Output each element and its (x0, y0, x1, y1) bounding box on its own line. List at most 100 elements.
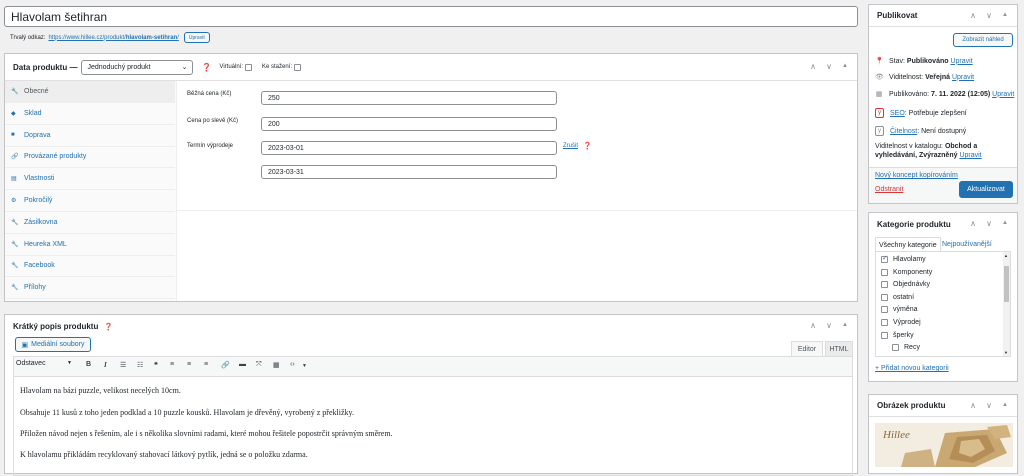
tab-přílohy[interactable]: 🔧 Přílohy (5, 277, 175, 300)
chevron-up-icon[interactable]: ∧ (809, 62, 817, 71)
bullet-list-icon[interactable]: ☰ (120, 361, 126, 369)
category-checkbox[interactable] (881, 306, 888, 314)
category-checkbox[interactable] (892, 344, 899, 352)
align-center-icon[interactable]: ≡ (187, 361, 191, 368)
visibility-edit-link[interactable]: Upravit (952, 74, 974, 81)
category-item[interactable]: Objednávky (881, 281, 930, 289)
category-checkbox[interactable] (881, 254, 888, 263)
seo-link[interactable]: SEO (890, 110, 905, 117)
align-left-icon[interactable]: ≡ (170, 361, 174, 368)
chevron-down-icon[interactable]: ∨ (985, 11, 993, 20)
editor-tab-html[interactable]: HTML (825, 341, 853, 356)
collapse-triangle-icon[interactable]: ▲ (1001, 219, 1009, 228)
tab-obecné[interactable]: 🔧 Obecné (5, 81, 175, 103)
editor-paragraph[interactable]: Hlavolam na bázi puzzle, velikost necelý… (20, 386, 181, 395)
format-select[interactable]: Odstavec ▼ (16, 360, 72, 367)
add-category-link[interactable]: + Přidat novou kategorii (875, 365, 949, 372)
sale-from-input[interactable] (261, 141, 557, 155)
permalink-edit-button[interactable]: Upravit (183, 32, 210, 43)
collapse-triangle-icon[interactable]: ▲ (1001, 11, 1009, 20)
help-icon[interactable]: ❓ (201, 63, 211, 72)
preview-button[interactable]: Zobrazit náhled (953, 33, 1013, 47)
help-icon[interactable]: ❓ (583, 142, 592, 150)
cancel-sale-link[interactable]: Zrušit (563, 143, 578, 149)
category-item[interactable]: Výprodej (881, 319, 921, 326)
category-checkbox[interactable] (881, 293, 888, 301)
link-icon[interactable]: 🔗 (221, 361, 230, 369)
tab-label: Vlastnosti (24, 175, 55, 183)
category-item[interactable]: výměna (881, 306, 918, 314)
help-icon[interactable]: ❓ (104, 323, 113, 331)
tab-popular-categories[interactable]: Nejpoužívanější (942, 241, 992, 248)
catalog-edit-link[interactable]: Upravit (959, 152, 981, 159)
sale-to-input[interactable] (261, 165, 557, 179)
category-item[interactable]: Recy (892, 344, 920, 352)
chevron-up-icon[interactable]: ∧ (969, 401, 977, 410)
category-item[interactable]: ostatní (881, 293, 914, 301)
product-image-thumbnail[interactable]: Hillee (875, 423, 1013, 467)
category-list[interactable]: ▲ ▼ Hlavolamy Komponenty Objednávky ostatní… (875, 251, 1011, 357)
scroll-up-icon[interactable]: ▲ (1004, 253, 1008, 258)
category-scrollbar[interactable]: ▲ ▼ (1003, 252, 1010, 356)
toolbar-toggle-icon[interactable]: ▦ (273, 361, 280, 369)
catalog-label: Viditelnost v katalogu: (875, 143, 943, 150)
tab-doprava[interactable]: ■ Doprava (5, 125, 175, 147)
tab-all-categories[interactable]: Všechny kategorie (875, 237, 941, 252)
tab-facebook[interactable]: 🔧 Facebook (5, 255, 175, 278)
chevron-up-icon[interactable]: ∧ (809, 321, 817, 330)
editor-paragraph[interactable]: Obsahuje 11 kusů z toho jeden podklad a … (20, 408, 354, 417)
read-more-icon[interactable]: ▬ (239, 361, 246, 368)
category-checkbox[interactable] (881, 281, 888, 289)
chevron-down-icon[interactable]: ∨ (985, 401, 993, 410)
readability-link[interactable]: Čitelnost (890, 128, 917, 135)
fullscreen-icon[interactable]: ⤧ (256, 361, 262, 369)
product-title-input[interactable] (4, 6, 858, 27)
bold-icon[interactable]: B (86, 361, 91, 368)
add-media-button[interactable]: ▣ Mediální soubory (15, 337, 91, 352)
category-item[interactable]: šperky (881, 331, 914, 339)
product-data-controls: ∧ ∨ ▲ (809, 62, 849, 71)
collapse-triangle-icon[interactable]: ▲ (1001, 401, 1009, 410)
category-checkbox[interactable] (881, 268, 888, 276)
editor-tab-visual[interactable]: Editor (791, 341, 823, 356)
permalink-link[interactable]: https://www.hillee.cz/produkt/hlavolam-s… (48, 35, 178, 41)
caret-down-icon[interactable]: ▼ (302, 363, 307, 369)
category-checkbox[interactable] (881, 319, 888, 326)
tab-provázané-produkty[interactable]: 🔗 Provázané produkty (5, 146, 175, 169)
categories-heading: Kategorie produktu (877, 219, 951, 229)
editor-paragraph[interactable]: Přiložen návod nejen s řešením, ale i s … (20, 429, 393, 438)
regular-price-input[interactable] (261, 91, 557, 105)
chevron-up-icon[interactable]: ∧ (969, 219, 977, 228)
collapse-triangle-icon[interactable]: ▲ (841, 62, 849, 71)
italic-icon[interactable]: I (104, 361, 107, 369)
status-edit-link[interactable]: Upravit (950, 58, 972, 65)
tab-zásilkovna[interactable]: 🔧 Zásilkovna (5, 212, 175, 234)
category-item[interactable]: Komponenty (881, 268, 932, 276)
collapse-triangle-icon[interactable]: ▲ (841, 321, 849, 330)
code-icon[interactable]: ‹› (290, 361, 295, 368)
tab-vlastnosti[interactable]: ▤ Vlastnosti (5, 168, 175, 191)
scrollbar-thumb[interactable] (1004, 266, 1009, 302)
numbered-list-icon[interactable]: ☷ (137, 361, 143, 369)
align-right-icon[interactable]: ≡ (204, 361, 208, 368)
chevron-up-icon[interactable]: ∧ (969, 11, 977, 20)
copy-draft-link[interactable]: Nový koncept kopírováním (875, 172, 958, 179)
chevron-down-icon[interactable]: ∨ (825, 62, 833, 71)
category-checkbox[interactable] (881, 331, 888, 339)
editor-paragraph[interactable]: K hlavolamu přikládám recyklovaný stahov… (20, 450, 308, 459)
scroll-down-icon[interactable]: ▼ (1004, 350, 1008, 355)
product-type-select[interactable]: Jednoduchý produkt ⌄ (81, 59, 194, 75)
published-edit-link[interactable]: Upravit (992, 91, 1014, 98)
download-checkbox[interactable] (294, 63, 302, 71)
chevron-down-icon[interactable]: ∨ (825, 321, 833, 330)
sale-price-input[interactable] (261, 117, 557, 131)
category-item[interactable]: Hlavolamy (881, 254, 926, 263)
tab-pokročilý[interactable]: ⚙ Pokročilý (5, 190, 175, 212)
virtual-checkbox[interactable] (245, 63, 252, 71)
tab-heureka-xml[interactable]: 🔧 Heureka XML (5, 234, 175, 256)
blockquote-icon[interactable]: ❝ (154, 361, 158, 369)
update-button[interactable]: Aktualizovat (959, 181, 1013, 198)
chevron-down-icon[interactable]: ∨ (985, 219, 993, 228)
trash-link[interactable]: Odstranit (875, 186, 903, 193)
tab-sklad[interactable]: ◆ Sklad (5, 103, 175, 125)
